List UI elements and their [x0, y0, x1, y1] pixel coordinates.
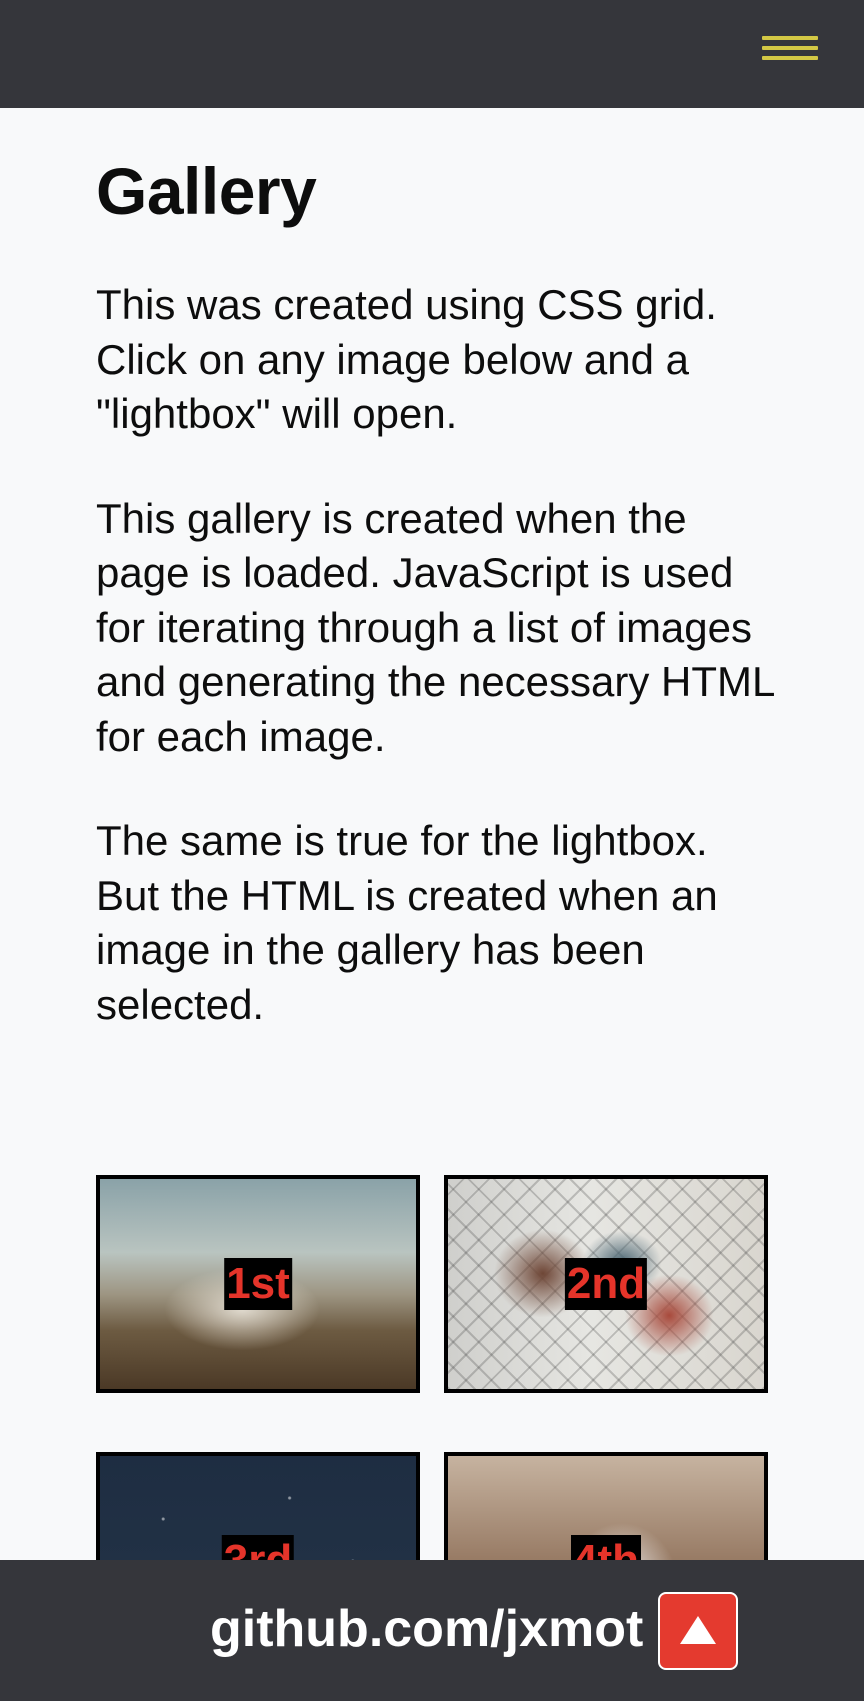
page-title: Gallery: [96, 154, 317, 228]
menu-bar: [762, 36, 818, 40]
top-navbar: [0, 0, 864, 108]
image-label: 2nd: [564, 1258, 648, 1310]
arrow-up-icon: [680, 1616, 716, 1644]
main-content: Gallery This was created using CSS grid.…: [96, 108, 776, 1032]
lightbox-description-paragraph: The same is true for the lightbox. But t…: [96, 817, 718, 1028]
image-label: 1st: [224, 1258, 292, 1310]
github-link[interactable]: github.com/jxmot: [210, 1596, 643, 1662]
scroll-to-top-button[interactable]: [658, 1592, 738, 1670]
hamburger-menu-icon[interactable]: [760, 32, 818, 66]
menu-bar: [762, 56, 818, 60]
menu-bar: [762, 46, 818, 50]
intro-paragraph: This was created using CSS grid. Click o…: [96, 281, 717, 437]
gallery-description-paragraph: This gallery is created when the page is…: [96, 494, 774, 760]
footer-bar: github.com/jxmot: [0, 1560, 864, 1701]
gallery-image-padlocks[interactable]: 2nd: [444, 1175, 768, 1393]
gallery-image-volcano[interactable]: 1st: [96, 1175, 420, 1393]
